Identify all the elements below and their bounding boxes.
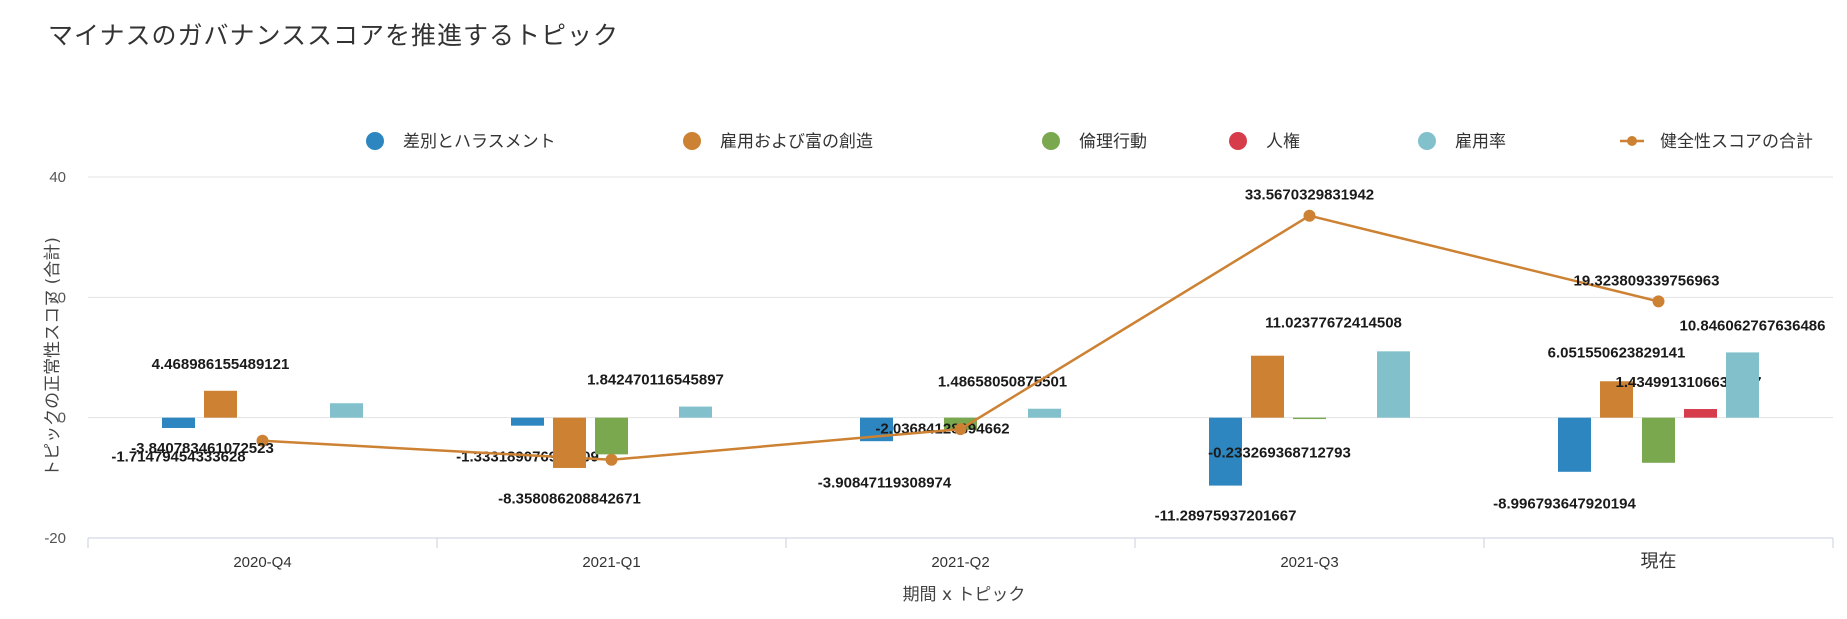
legend-marker bbox=[1418, 132, 1436, 150]
bar[interactable] bbox=[1028, 408, 1061, 418]
line-point[interactable] bbox=[1303, 209, 1316, 222]
y-tick-label: 40 bbox=[49, 169, 66, 186]
legend-item-label[interactable]: 雇用率 bbox=[1455, 132, 1506, 152]
bar[interactable] bbox=[1726, 352, 1759, 418]
legend-item-label[interactable]: 雇用および富の創造 bbox=[720, 132, 873, 152]
bar[interactable] bbox=[204, 390, 237, 418]
data-label: 10.846062767636486 bbox=[1680, 317, 1826, 334]
legend-item-label[interactable]: 倫理行動 bbox=[1079, 132, 1147, 152]
x-axis-title: 期間 x トピック bbox=[903, 585, 1026, 605]
x-category-label: 2021-Q3 bbox=[1280, 554, 1338, 571]
legend-line-marker bbox=[1627, 136, 1637, 146]
bar[interactable] bbox=[511, 417, 544, 426]
x-category-label: 2020-Q4 bbox=[233, 554, 291, 571]
bar[interactable] bbox=[1684, 409, 1717, 418]
legend-item-label[interactable]: 人権 bbox=[1266, 132, 1300, 152]
bar[interactable] bbox=[330, 403, 363, 418]
bar[interactable] bbox=[1251, 355, 1284, 418]
bar[interactable] bbox=[1377, 351, 1410, 418]
data-label: -8.358086208842671 bbox=[498, 491, 641, 508]
chart: -20020402020-Q4 2021-Q1 2021-Q2 2021-Q3 現在-1… bbox=[43, 132, 1834, 605]
y-tick-label: -20 bbox=[44, 530, 66, 547]
x-category-label: 2021-Q1 bbox=[582, 554, 640, 571]
data-label: 11.02377672414508 bbox=[1265, 314, 1402, 331]
line-point[interactable] bbox=[954, 423, 967, 436]
data-label: 6.051550623829141 bbox=[1548, 344, 1686, 361]
data-label: -11.28975937201667 bbox=[1155, 508, 1297, 525]
x-category-label: 2021-Q2 bbox=[931, 554, 989, 571]
line-point[interactable] bbox=[1652, 295, 1665, 308]
data-label: -3.90847119308974 bbox=[818, 475, 952, 492]
x-category-label: 現在 bbox=[1641, 551, 1677, 572]
bar[interactable] bbox=[1558, 417, 1591, 472]
line-data-label: 19.323809339756963 bbox=[1574, 272, 1720, 289]
legend-marker bbox=[1042, 132, 1060, 150]
line-data-label: 33.5670329831942 bbox=[1245, 187, 1374, 204]
data-label: 1.842470116545897 bbox=[587, 372, 724, 389]
bar[interactable] bbox=[162, 417, 195, 428]
line-data-label: -3.840783461072523 bbox=[131, 440, 274, 457]
legend-item-label[interactable]: 健全性スコアの合計 bbox=[1660, 132, 1813, 152]
data-label: -0.233269368712793 bbox=[1208, 445, 1351, 462]
bar[interactable] bbox=[1293, 417, 1326, 420]
bar[interactable] bbox=[553, 417, 586, 468]
legend-marker bbox=[1229, 132, 1247, 150]
data-label: 4.468986155489121 bbox=[152, 356, 290, 373]
bar[interactable] bbox=[595, 417, 628, 455]
bar[interactable] bbox=[679, 406, 712, 418]
legend-item-label[interactable]: 差別とハラスメント bbox=[403, 132, 556, 152]
legend-marker bbox=[683, 132, 701, 150]
bar[interactable] bbox=[1642, 417, 1675, 463]
data-label: -8.996793647920194 bbox=[1493, 496, 1636, 513]
y-axis-title: トピックの正常性スコア (合計) bbox=[43, 237, 63, 477]
line-point[interactable] bbox=[605, 453, 618, 466]
legend-marker bbox=[366, 132, 384, 150]
